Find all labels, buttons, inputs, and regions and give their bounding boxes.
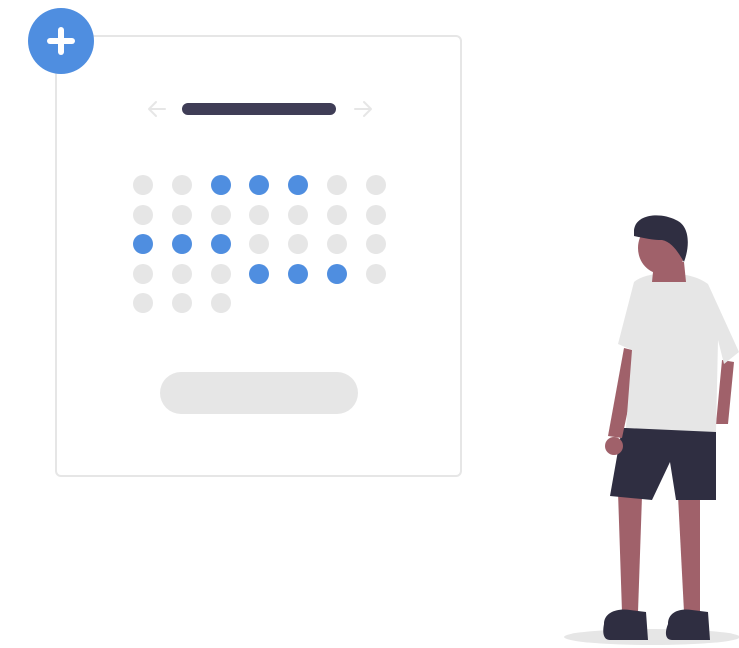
- calendar-day[interactable]: [327, 204, 347, 225]
- calendar-day[interactable]: [171, 263, 192, 284]
- next-month-button[interactable]: [352, 98, 374, 120]
- right-shoe: [665, 609, 710, 640]
- calendar-day[interactable]: [171, 175, 192, 195]
- calendar-day[interactable]: [365, 234, 386, 254]
- calendar-day[interactable]: [288, 234, 309, 254]
- calendar-day-selected[interactable]: [288, 175, 309, 195]
- calendar-day[interactable]: [210, 263, 231, 284]
- calendar-day-selected[interactable]: [249, 263, 270, 284]
- right-leg: [678, 496, 700, 612]
- left-shoe: [603, 609, 648, 640]
- calendar-day[interactable]: [249, 234, 270, 254]
- calendar-day-selected[interactable]: [249, 175, 270, 195]
- calendar-day[interactable]: [133, 263, 153, 284]
- right-arm: [716, 360, 734, 424]
- calendar-day[interactable]: [365, 175, 386, 195]
- prev-month-button[interactable]: [146, 98, 168, 120]
- left-hand: [605, 437, 623, 455]
- calendar-day-selected[interactable]: [210, 175, 231, 195]
- calendar-day[interactable]: [249, 204, 270, 225]
- calendar-day[interactable]: [133, 175, 153, 195]
- shorts: [610, 428, 716, 500]
- calendar-day[interactable]: [171, 204, 192, 225]
- arrow-left-icon: [148, 101, 166, 117]
- calendar-day-selected[interactable]: [288, 263, 309, 284]
- calendar-day[interactable]: [365, 204, 386, 225]
- floor-shadow: [564, 629, 739, 645]
- calendar-day-selected[interactable]: [210, 234, 231, 254]
- calendar-day[interactable]: [365, 263, 386, 284]
- calendar-day[interactable]: [133, 204, 153, 225]
- add-event-button[interactable]: [28, 8, 94, 74]
- plus-icon: [28, 8, 94, 74]
- calendar-day[interactable]: [327, 175, 347, 195]
- calendar-day[interactable]: [133, 293, 153, 313]
- calendar-day-selected[interactable]: [327, 263, 347, 284]
- illustration-stage: [0, 0, 739, 648]
- month-title-placeholder: [182, 103, 336, 115]
- calendar-day[interactable]: [327, 234, 347, 254]
- left-leg: [618, 492, 642, 612]
- calendar-day[interactable]: [210, 293, 231, 313]
- calendar-day-selected[interactable]: [133, 234, 153, 254]
- standing-person-illustration: [564, 215, 739, 645]
- calendar-day[interactable]: [210, 204, 231, 225]
- calendar-day[interactable]: [288, 204, 309, 225]
- confirm-button-placeholder[interactable]: [160, 372, 358, 414]
- arrow-right-icon: [354, 101, 372, 117]
- calendar-day[interactable]: [171, 293, 192, 313]
- calendar-day-selected[interactable]: [171, 234, 192, 254]
